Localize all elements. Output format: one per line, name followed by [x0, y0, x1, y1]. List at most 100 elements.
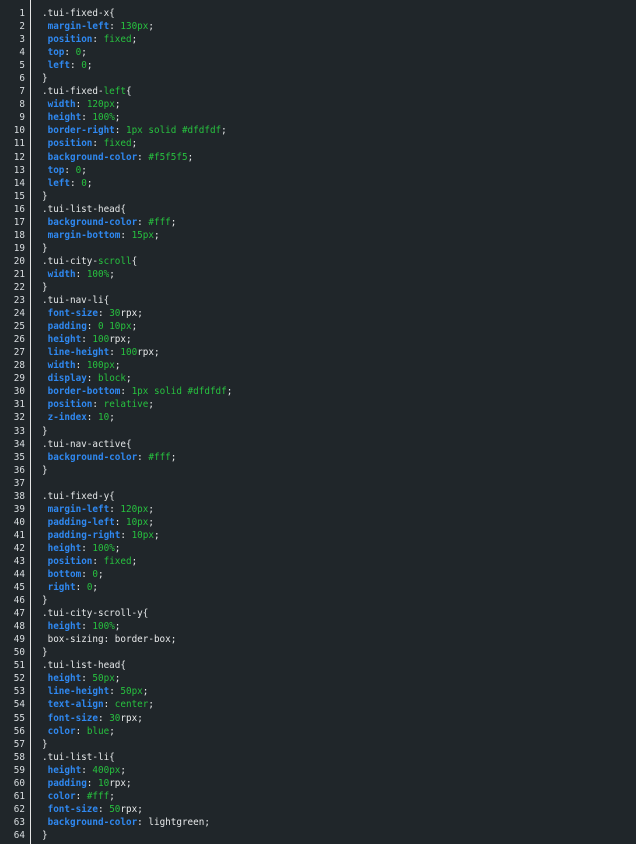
code-line[interactable]: }	[42, 829, 636, 842]
code-token-sel: .tui-city-scroll-y{	[42, 608, 149, 620]
code-line[interactable]: .tui-list-head{	[42, 659, 636, 672]
code-token-punc: :	[70, 177, 82, 189]
code-line[interactable]: background-color: #fff;	[42, 216, 636, 229]
code-line[interactable]: height: 100rpx;	[42, 333, 636, 346]
code-line[interactable]: .tui-city-scroll{	[42, 255, 636, 268]
line-number: 57	[13, 738, 25, 750]
code-token-prop: bottom	[47, 569, 82, 581]
code-line[interactable]: .tui-fixed-y{	[42, 490, 636, 503]
code-line[interactable]: top: 0;	[42, 164, 636, 177]
code-line[interactable]: top: 0;	[42, 46, 636, 59]
code-line[interactable]: z-index: 10;	[42, 411, 636, 424]
code-token-val: 10px	[131, 529, 154, 541]
code-token-prop: margin-left	[47, 503, 110, 515]
code-token-prop: border-right	[47, 125, 115, 137]
code-line[interactable]: }	[42, 646, 636, 659]
code-line[interactable]: .tui-city-scroll-y{	[42, 607, 636, 620]
code-line[interactable]: .tui-nav-active{	[42, 438, 636, 451]
code-token-punc: ;	[126, 373, 132, 385]
code-line[interactable]	[42, 477, 636, 490]
code-line[interactable]: .tui-list-head{	[42, 203, 636, 216]
code-token-punc: ;	[114, 542, 121, 554]
line-number: 4	[19, 47, 25, 59]
code-area[interactable]: .tui-fixed-x{ margin-left: 130px; positi…	[31, 0, 636, 844]
line-number: 36	[13, 464, 25, 476]
code-line[interactable]: font-size: 50rpx;	[42, 803, 636, 816]
line-number: 58	[13, 751, 25, 763]
code-line[interactable]: }	[42, 464, 636, 477]
line-number: 54	[13, 699, 25, 711]
code-line[interactable]: .tui-fixed-x{	[42, 7, 636, 20]
code-line[interactable]: }	[42, 242, 636, 255]
code-line[interactable]: }	[42, 190, 636, 203]
code-token-punc: :	[120, 529, 132, 541]
code-line[interactable]: background-color: #fff;	[42, 451, 636, 464]
code-line[interactable]: height: 100%;	[42, 542, 636, 555]
code-token-val: left	[103, 86, 126, 98]
code-token-prop: border-bottom	[47, 386, 121, 398]
code-line[interactable]: margin-left: 130px;	[42, 20, 636, 33]
code-line[interactable]: }	[42, 594, 636, 607]
code-line[interactable]: color: #fff;	[42, 790, 636, 803]
code-line[interactable]: bottom: 0;	[42, 568, 636, 581]
code-line[interactable]: color: blue;	[42, 725, 636, 738]
code-line[interactable]: position: fixed;	[42, 555, 636, 568]
code-editor[interactable]: 1 2 3 4 5 6 7 8 9 10 11 12 13 14 15 16 17 18 19 20 21 22 23 24 2…	[0, 0, 636, 844]
code-line[interactable]: }	[42, 72, 636, 85]
code-line[interactable]: height: 100%;	[42, 620, 636, 633]
code-line[interactable]: margin-bottom: 15px;	[42, 229, 636, 242]
line-number: 33	[13, 425, 25, 437]
code-token-punc: :	[81, 542, 93, 554]
code-line[interactable]: position: fixed;	[42, 33, 636, 46]
code-line[interactable]: padding-right: 10px;	[42, 529, 636, 542]
code-token-plain: lightgreen	[148, 816, 205, 828]
code-line[interactable]: .tui-nav-li{	[42, 294, 636, 307]
code-line[interactable]: border-right: 1px solid #dfdfdf;	[42, 124, 636, 137]
code-line[interactable]: line-height: 50px;	[42, 685, 636, 698]
code-line[interactable]: width: 120px;	[42, 98, 636, 111]
code-line[interactable]: left: 0;	[42, 177, 636, 190]
code-line[interactable]: width: 100%;	[42, 268, 636, 281]
code-line[interactable]: line-height: 100rpx;	[42, 346, 636, 359]
code-token-plain: box-sizing: border-box;	[47, 634, 177, 646]
line-number: 41	[13, 529, 25, 541]
line-number: 61	[13, 790, 25, 802]
code-line[interactable]: background-color: lightgreen;	[42, 816, 636, 829]
code-line[interactable]: }	[42, 738, 636, 751]
code-line[interactable]: display: block;	[42, 372, 636, 385]
code-token-sel: .tui-list-li{	[42, 751, 115, 763]
code-line[interactable]: font-size: 30rpx;	[42, 712, 636, 725]
code-line[interactable]: font-size: 30rpx;	[42, 307, 636, 320]
code-line[interactable]: text-align: center;	[42, 698, 636, 711]
code-line[interactable]: position: fixed;	[42, 137, 636, 150]
code-line[interactable]: height: 50px;	[42, 672, 636, 685]
code-token-val: #fff	[148, 216, 171, 228]
code-line[interactable]: position: relative;	[42, 398, 636, 411]
line-number: 1	[19, 8, 25, 19]
code-token-val: 100%	[92, 621, 115, 633]
code-line[interactable]: width: 100px;	[42, 359, 636, 372]
code-line[interactable]: background-color: #f5f5f5;	[42, 151, 636, 164]
code-line[interactable]: margin-left: 120px;	[42, 503, 636, 516]
code-token-sel: .tui-list-head{	[42, 660, 126, 672]
line-number: 38	[13, 490, 25, 502]
code-line[interactable]: right: 0;	[42, 581, 636, 594]
code-line[interactable]: left: 0;	[42, 59, 636, 72]
code-token-punc: :	[109, 686, 121, 698]
line-number: 37	[13, 477, 25, 489]
code-line[interactable]: height: 100%;	[42, 111, 636, 124]
code-line[interactable]: padding-left: 10px;	[42, 516, 636, 529]
code-line[interactable]: .tui-list-li{	[42, 751, 636, 764]
code-line[interactable]: padding: 0 10px;	[42, 320, 636, 333]
line-number: 51	[13, 660, 25, 672]
code-line[interactable]: border-bottom: 1px solid #dfdfdf;	[42, 385, 636, 398]
code-token-punc: :	[103, 699, 115, 711]
code-line[interactable]: }	[42, 425, 636, 438]
code-token-punc: :	[70, 60, 82, 72]
code-line[interactable]: }	[42, 281, 636, 294]
code-line[interactable]: .tui-fixed-left{	[42, 85, 636, 98]
code-token-punc: :	[86, 777, 98, 789]
code-line[interactable]: box-sizing: border-box;	[42, 633, 636, 646]
code-line[interactable]: padding: 10rpx;	[42, 777, 636, 790]
code-line[interactable]: height: 400px;	[42, 764, 636, 777]
